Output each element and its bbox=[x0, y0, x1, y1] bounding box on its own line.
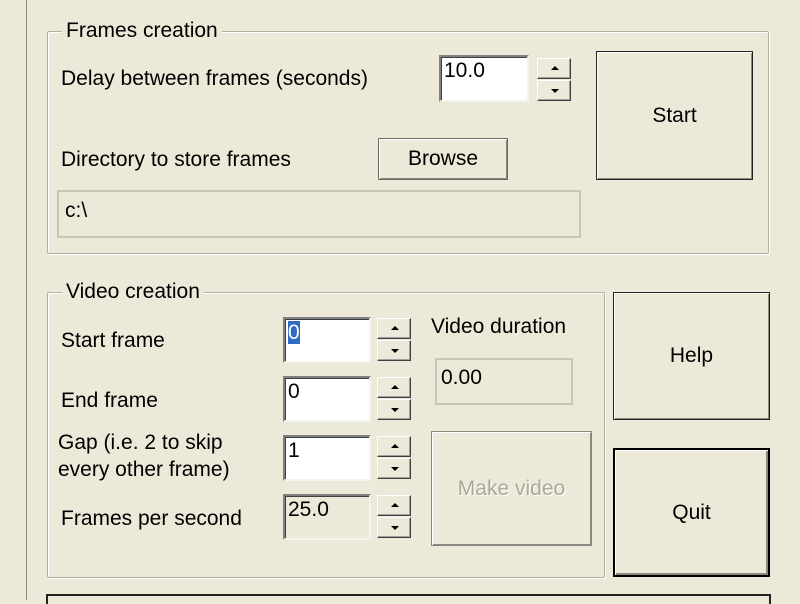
arrow-down-icon bbox=[391, 408, 399, 412]
delay-spin-down-button[interactable] bbox=[537, 80, 571, 101]
directory-label: Directory to store frames bbox=[61, 148, 291, 171]
fps-input[interactable]: 25.0 bbox=[283, 494, 371, 540]
end-frame-label: End frame bbox=[61, 389, 158, 412]
help-button[interactable]: Help bbox=[613, 292, 770, 420]
fps-spin-down-button[interactable] bbox=[377, 517, 411, 538]
start-frame-input[interactable]: 0 bbox=[283, 317, 371, 363]
arrow-down-icon bbox=[391, 349, 399, 353]
arrow-up-icon bbox=[391, 444, 399, 448]
end-frame-value: 0 bbox=[288, 380, 300, 403]
gap-value: 1 bbox=[288, 439, 300, 462]
status-bar bbox=[46, 594, 771, 604]
delay-value: 10.0 bbox=[444, 59, 485, 82]
fps-spinner[interactable] bbox=[377, 495, 411, 539]
gap-spin-up-button[interactable] bbox=[377, 436, 411, 457]
gap-input[interactable]: 1 bbox=[283, 435, 371, 481]
gap-label-line2: every other frame) bbox=[58, 458, 230, 481]
end-frame-spinner[interactable] bbox=[377, 377, 411, 421]
start-frame-spin-down-button[interactable] bbox=[377, 340, 411, 361]
browse-button[interactable]: Browse bbox=[378, 138, 508, 180]
video-duration-value: 0.00 bbox=[441, 366, 482, 389]
video-duration-label: Video duration bbox=[431, 315, 567, 338]
gap-label-line1: Gap (i.e. 2 to skip bbox=[58, 431, 223, 454]
arrow-up-icon bbox=[551, 66, 559, 70]
start-frame-spin-up-button[interactable] bbox=[377, 318, 411, 339]
delay-spin-up-button[interactable] bbox=[537, 58, 571, 79]
fps-spin-up-button[interactable] bbox=[377, 495, 411, 516]
fps-value: 25.0 bbox=[288, 498, 329, 521]
delay-label: Delay between frames (seconds) bbox=[61, 67, 368, 90]
video-duration-field: 0.00 bbox=[435, 358, 573, 405]
arrow-up-icon bbox=[391, 503, 399, 507]
delay-input[interactable]: 10.0 bbox=[439, 55, 529, 102]
fps-label: Frames per second bbox=[61, 507, 242, 530]
help-button-label: Help bbox=[669, 344, 714, 367]
gap-spinner[interactable] bbox=[377, 436, 411, 480]
arrow-up-icon bbox=[391, 326, 399, 330]
end-frame-spin-down-button[interactable] bbox=[377, 399, 411, 420]
end-frame-spin-up-button[interactable] bbox=[377, 377, 411, 398]
start-button-label: Start bbox=[652, 103, 697, 127]
make-video-button-label: Make video bbox=[457, 476, 566, 500]
arrow-up-icon bbox=[391, 385, 399, 389]
window-left-edge bbox=[26, 0, 27, 600]
quit-button-label: Quit bbox=[672, 500, 711, 524]
quit-button[interactable]: Quit bbox=[613, 448, 770, 577]
video-creation-title: Video creation bbox=[62, 280, 204, 304]
start-frame-value: 0 bbox=[288, 321, 300, 344]
arrow-down-icon bbox=[391, 467, 399, 471]
frames-creation-title: Frames creation bbox=[62, 19, 222, 43]
arrow-down-icon bbox=[391, 526, 399, 530]
directory-field[interactable]: c:\ bbox=[57, 190, 581, 238]
directory-value: c:\ bbox=[65, 199, 88, 222]
arrow-down-icon bbox=[551, 89, 559, 93]
gap-spin-down-button[interactable] bbox=[377, 458, 411, 479]
make-video-button[interactable]: Make video bbox=[431, 431, 592, 546]
end-frame-input[interactable]: 0 bbox=[283, 376, 371, 422]
start-frame-spinner[interactable] bbox=[377, 318, 411, 362]
start-button[interactable]: Start bbox=[596, 51, 753, 180]
delay-spinner[interactable] bbox=[537, 58, 571, 102]
browse-button-label: Browse bbox=[407, 147, 479, 170]
start-frame-label: Start frame bbox=[61, 329, 165, 352]
